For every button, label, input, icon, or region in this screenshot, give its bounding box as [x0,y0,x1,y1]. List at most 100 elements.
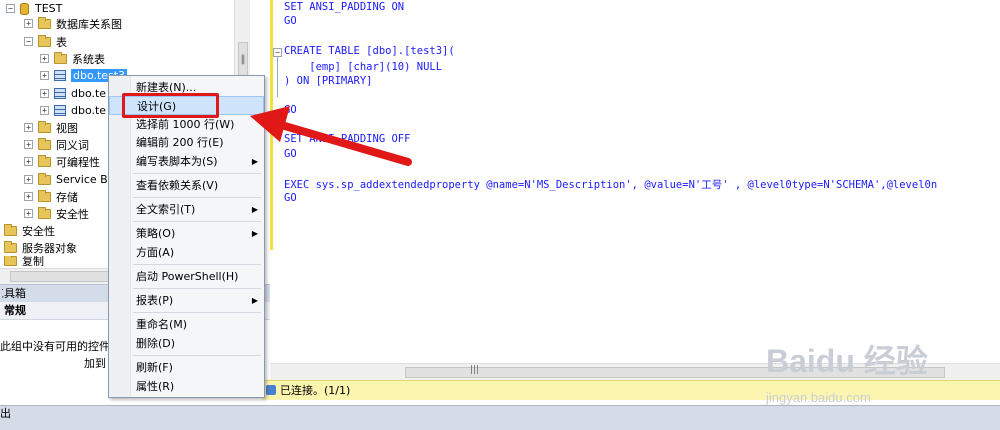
code-line: CREATE TABLE [dbo].[test3]( [284,45,455,57]
collapse-icon[interactable]: − [6,4,15,13]
menu-item-label: 全文索引(T) [136,203,196,216]
tree-node-tables[interactable]: − 表 [24,33,67,50]
table-icon [54,70,66,81]
folder-icon [4,223,17,236]
folder-icon [38,172,51,185]
tree-node-label: 服务器对象 [22,241,77,255]
menu-item-delete[interactable]: 删除(D) [109,334,264,353]
tree-node-label: dbo.te [71,87,107,100]
menu-separator [133,355,261,356]
folder-icon [4,240,17,253]
watermark-logo: Baidu 经验 [766,343,928,379]
tree-node-security-db[interactable]: + 安全性 [24,205,89,222]
code-line: SET ANSI_PADDING ON [284,1,404,13]
submenu-arrow-icon: ▶ [251,296,258,305]
code-line: EXEC sys.sp_addextendedproperty @name=N'… [284,177,1000,192]
watermark: Baidu 经验 jingyan.baidu.com [766,336,928,405]
grip-icon: ||| [470,365,480,375]
menu-item-properties[interactable]: 属性(R) [109,377,264,396]
menu-separator [133,288,261,289]
menu-item-label: 删除(D) [136,337,176,350]
tree-node-label: 同义词 [56,138,89,152]
status-text: 已连接。(1/1) [280,384,351,397]
expand-icon[interactable]: + [24,123,33,132]
code-text: CREATE TABLE [dbo].[test3]( [284,45,455,57]
collapse-icon[interactable]: − [24,37,33,46]
menu-item-edit-top-200[interactable]: 编辑前 200 行(E) [109,133,264,152]
tree-node-synonyms[interactable]: + 同义词 [24,136,89,153]
menu-item-view-dependencies[interactable]: 查看依赖关系(V) [109,176,264,195]
menu-item-fulltext-index[interactable]: 全文索引(T) ▶ [109,200,264,219]
code-text: EXEC sys.sp_addextendedproperty @name=N'… [284,179,938,191]
outline-collapse-icon[interactable]: − [273,48,282,57]
menu-item-policies[interactable]: 策略(O) ▶ [109,224,264,243]
submenu-arrow-icon: ▶ [251,205,258,214]
annotation-arrow-icon [250,106,412,166]
database-icon [20,2,29,15]
context-menu: 新建表(N)... 设计(G) 选择前 1000 行(W) 编辑前 200 行(… [108,75,265,398]
tree-node-server-objects[interactable]: 服务器对象 [4,239,77,256]
tree-node-table[interactable]: + dbo.te [40,102,106,119]
expand-icon[interactable]: + [24,175,33,184]
toolbox-add-hint: 加到 [84,357,106,370]
code-line: GO [284,15,297,27]
output-title: 出 [0,407,11,420]
output-panel-header: 出 [0,405,1000,430]
code-text: ) ON [PRIMARY] [284,75,373,87]
expand-icon[interactable]: + [24,19,33,28]
expand-icon[interactable]: + [24,140,33,149]
tree-node-label: 安全性 [22,224,55,238]
menu-item-label: 重命名(M) [136,318,188,331]
folder-icon [38,34,51,47]
menu-separator [133,197,261,198]
tree-node-programmability[interactable]: + 可编程性 [24,153,100,170]
menu-separator [133,173,261,174]
menu-item-label: 查看依赖关系(V) [136,179,219,192]
folder-icon [38,120,51,133]
menu-item-script-table[interactable]: 编写表脚本为(S) ▶ [109,152,264,171]
menu-item-label: 策略(O) [136,227,176,240]
status-bar: 已连接。(1/1) [262,380,1000,400]
expand-icon[interactable]: + [40,106,49,115]
tree-node-replication[interactable]: 复制 [4,256,44,266]
toolbox-group-label: 常规 [4,304,26,317]
menu-separator [133,221,261,222]
menu-item-label: 选择前 1000 行(W) [136,118,235,131]
menu-item-rename[interactable]: 重命名(M) [109,315,264,334]
tree-node-system-tables[interactable]: + 系统表 [40,50,105,67]
tree-node-table[interactable]: + dbo.te [40,85,106,102]
menu-item-label: 启动 PowerShell(H) [136,270,239,283]
table-icon [54,88,66,99]
tree-node-label: 复制 [22,256,44,266]
grip-icon: ‖ [240,54,246,65]
tree-node-label: dbo.te [71,104,107,117]
menu-item-label: 刷新(F) [136,361,173,374]
code-text: SET ANSI_PADDING ON [284,1,405,13]
code-text: GO [284,192,297,204]
menu-item-label: 编写表脚本为(S) [136,155,218,168]
tree-node-service-broker[interactable]: + Service Br [24,171,112,188]
tree-node-security[interactable]: 安全性 [4,222,55,239]
menu-separator [133,312,261,313]
menu-item-reports[interactable]: 报表(P) ▶ [109,291,264,310]
tree-node-storage[interactable]: + 存储 [24,188,78,205]
tree-node-views[interactable]: + 视图 [24,119,78,136]
expand-icon[interactable]: + [24,157,33,166]
menu-item-label: 方面(A) [136,246,175,259]
expand-icon[interactable]: + [24,192,33,201]
menu-item-start-powershell[interactable]: 启动 PowerShell(H) [109,267,264,286]
menu-item-facets[interactable]: 方面(A) [109,243,264,262]
menu-item-refresh[interactable]: 刷新(F) [109,358,264,377]
tree-node-diagrams[interactable]: + 数据库关系图 [24,15,122,32]
expand-icon[interactable]: + [40,71,49,80]
folder-icon [4,256,17,266]
expand-icon[interactable]: + [24,209,33,218]
folder-icon [38,137,51,150]
folder-icon [38,189,51,202]
database-label: TEST [35,2,63,15]
expand-icon[interactable]: + [40,54,49,63]
tree-node-label: 数据库关系图 [56,17,122,31]
folder-icon [54,51,67,64]
tree-node-label: 存储 [56,190,78,204]
expand-icon[interactable]: + [40,89,49,98]
